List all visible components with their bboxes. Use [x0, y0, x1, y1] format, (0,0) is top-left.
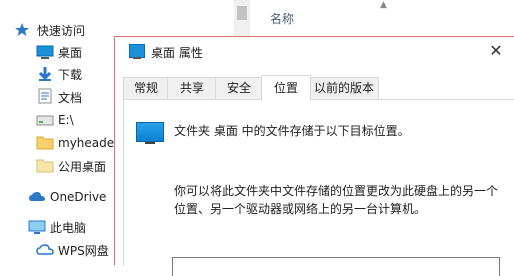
- tab-previous-versions[interactable]: 以前的版本: [309, 77, 379, 99]
- tab-general[interactable]: 常规: [123, 77, 169, 99]
- dialog-titlebar[interactable]: 桌面 属性 ✕: [115, 37, 514, 67]
- location-path-input[interactable]: [172, 257, 500, 276]
- desktop-icon: [36, 45, 54, 59]
- nav-item-label: 此电脑: [50, 220, 87, 235]
- location-tab-panel: 文件夹 桌面 中的文件存储于以下目标位置。 你可以将此文件夹中文件存储的位置更改…: [123, 99, 514, 276]
- help-text: 你可以将此文件夹中文件存储的位置更改为此硬盘上的另一个位置、另一个驱动器或网络上…: [174, 184, 499, 216]
- nav-item-label: 快速访问: [37, 23, 86, 38]
- star-icon: [15, 23, 29, 36]
- nav-item-label: WPS网盘: [58, 243, 109, 258]
- nav-item-label: myheader: [58, 136, 120, 150]
- tab-strip: 常规 共享 安全 位置 以前的版本: [123, 75, 514, 100]
- close-button[interactable]: ✕: [477, 37, 514, 65]
- desktop-icon: [129, 44, 145, 59]
- wps-cloud-icon: [36, 244, 54, 255]
- column-header-name[interactable]: 名称: [270, 10, 294, 27]
- file-list-header: 名称 ▲: [250, 0, 514, 40]
- dialog-title: 桌面 属性: [151, 46, 203, 60]
- tab-security[interactable]: 安全: [215, 77, 263, 99]
- document-icon: [38, 88, 52, 104]
- tab-sharing[interactable]: 共享: [167, 77, 217, 99]
- desktop-icon: [136, 122, 164, 144]
- drive-icon: [36, 115, 54, 126]
- nav-item-label: 公用桌面: [58, 159, 107, 174]
- computer-icon: [28, 220, 46, 234]
- scrollbar-thumb[interactable]: [237, 6, 247, 20]
- nav-item-label: 桌面: [58, 45, 83, 60]
- tab-location[interactable]: 位置: [261, 75, 311, 100]
- folder-icon: [36, 159, 54, 173]
- location-description: 文件夹 桌面 中的文件存储于以下目标位置。: [174, 124, 410, 138]
- nav-item-label: 文档: [58, 90, 83, 105]
- properties-dialog: 桌面 属性 ✕ 常规 共享 安全 位置 以前的版本 文件夹 桌面 中的文件存储于…: [114, 36, 514, 276]
- nav-item-label: E:\: [58, 113, 74, 127]
- nav-item-label: OneDrive: [50, 190, 107, 204]
- download-icon: [38, 67, 52, 81]
- cloud-icon: [29, 192, 45, 201]
- sort-arrow-icon: ▲: [380, 0, 387, 10]
- nav-item-label: 下载: [58, 67, 83, 82]
- folder-icon: [36, 136, 54, 150]
